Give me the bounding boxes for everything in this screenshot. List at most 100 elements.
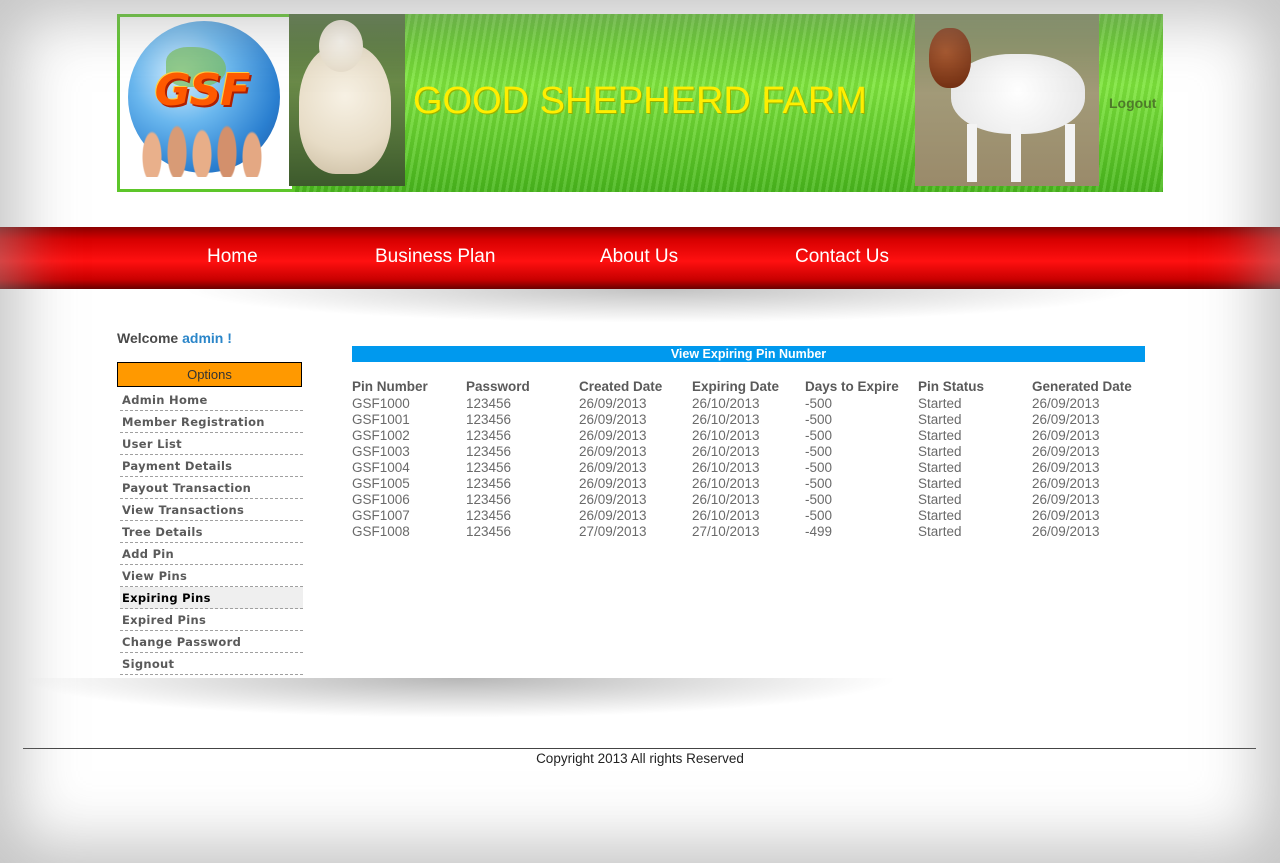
table-cell: Started — [918, 459, 962, 475]
table-cell: 123456 — [466, 491, 512, 507]
table-cell: 26/10/2013 — [692, 459, 760, 475]
table-row: GSF1004 123456 26/09/2013 26/10/2013 -50… — [352, 459, 1146, 475]
username: admin ! — [182, 330, 232, 346]
sidebar-item-view-transactions[interactable]: View Transactions — [120, 499, 303, 521]
expiring-pins-table: Pin Number Password Created Date Expirin… — [352, 378, 1146, 539]
table-cell: 26/09/2013 — [1032, 507, 1100, 523]
column-header: Password — [466, 379, 530, 394]
table-cell: 123456 — [466, 523, 512, 539]
table-cell: 123456 — [466, 475, 512, 491]
table-cell: -499 — [805, 523, 833, 539]
table-cell: GSF1000 — [352, 395, 410, 411]
table-cell: 26/09/2013 — [1032, 475, 1100, 491]
table-cell: Started — [918, 491, 962, 507]
table-cell: GSF1003 — [352, 443, 410, 459]
sidebar-item-add-pin[interactable]: Add Pin — [120, 543, 303, 565]
site-title: GOOD SHEPHERD FARM — [413, 80, 867, 122]
table-cell: Started — [918, 411, 962, 427]
goat-photo — [915, 14, 1099, 186]
sidebar-item-view-pins[interactable]: View Pins — [120, 565, 303, 587]
table-cell: 26/10/2013 — [692, 427, 760, 443]
sidebar-item-payout-transaction[interactable]: Payout Transaction — [120, 477, 303, 499]
table-cell: 26/09/2013 — [1032, 411, 1100, 427]
sidebar-item-member-registration[interactable]: Member Registration — [120, 411, 303, 433]
table-cell: Started — [918, 475, 962, 491]
table-cell: 26/09/2013 — [1032, 427, 1100, 443]
column-header: Days to Expire — [805, 379, 899, 394]
sidebar-item-signout[interactable]: Signout — [120, 653, 303, 675]
table-row: GSF1001 123456 26/09/2013 26/10/2013 -50… — [352, 411, 1146, 427]
nav-contact-us[interactable]: Contact Us — [795, 246, 889, 268]
sidebar-item-change-password[interactable]: Change Password — [120, 631, 303, 653]
table-cell: 123456 — [466, 427, 512, 443]
table-cell: -500 — [805, 395, 833, 411]
sidebar-item-tree-details[interactable]: Tree Details — [120, 521, 303, 543]
column-header: Pin Number — [352, 379, 428, 394]
copyright-text: Copyright 2013 All rights Reserved — [536, 751, 744, 766]
sidebar-item-expired-pins[interactable]: Expired Pins — [120, 609, 303, 631]
table-row: GSF1002 123456 26/09/2013 26/10/2013 -50… — [352, 427, 1146, 443]
table-cell: Started — [918, 523, 962, 539]
sheep-photo — [289, 14, 405, 186]
nav-about-us[interactable]: About Us — [600, 246, 678, 268]
options-header: Options — [117, 362, 302, 387]
site-logo[interactable]: GSF — [117, 14, 295, 192]
table-cell: 26/09/2013 — [1032, 443, 1100, 459]
nav-home[interactable]: Home — [207, 246, 258, 268]
table-cell: 123456 — [466, 459, 512, 475]
welcome-message: Welcome admin ! — [117, 330, 232, 346]
table-cell: 26/10/2013 — [692, 491, 760, 507]
table-cell: GSF1001 — [352, 411, 410, 427]
table-header-row: Pin Number Password Created Date Expirin… — [352, 378, 1146, 395]
table-row: GSF1008 123456 27/09/2013 27/10/2013 -49… — [352, 523, 1146, 539]
table-cell: 26/09/2013 — [1032, 459, 1100, 475]
table-cell: Started — [918, 395, 962, 411]
hands-image — [132, 117, 272, 177]
table-row: GSF1007 123456 26/09/2013 26/10/2013 -50… — [352, 507, 1146, 523]
table-cell: 26/10/2013 — [692, 411, 760, 427]
table-cell: 123456 — [466, 395, 512, 411]
table-cell: 26/09/2013 — [1032, 491, 1100, 507]
column-header: Created Date — [579, 379, 663, 394]
table-cell: 26/10/2013 — [692, 443, 760, 459]
welcome-prefix: Welcome — [117, 330, 179, 346]
table-cell: Started — [918, 427, 962, 443]
sidebar-item-user-list[interactable]: User List — [120, 433, 303, 455]
table-cell: 26/09/2013 — [579, 507, 647, 523]
table-row: GSF1005 123456 26/09/2013 26/10/2013 -50… — [352, 475, 1146, 491]
nav-business-plan[interactable]: Business Plan — [375, 246, 495, 268]
table-cell: GSF1002 — [352, 427, 410, 443]
table-cell: 27/10/2013 — [692, 523, 760, 539]
table-cell: -500 — [805, 507, 833, 523]
table-cell: 26/09/2013 — [579, 395, 647, 411]
table-cell: 26/10/2013 — [692, 395, 760, 411]
table-cell: 123456 — [466, 443, 512, 459]
table-cell: Started — [918, 507, 962, 523]
header-banner: GSF GOOD SHEPHERD FARM Logout — [117, 14, 1163, 192]
sidebar-menu: Admin Home Member Registration User List… — [120, 389, 303, 675]
table-cell: 26/10/2013 — [692, 475, 760, 491]
table-cell: 26/09/2013 — [579, 459, 647, 475]
table-row: GSF1006 123456 26/09/2013 26/10/2013 -50… — [352, 491, 1146, 507]
table-cell: GSF1007 — [352, 507, 410, 523]
sidebar-item-payment-details[interactable]: Payment Details — [120, 455, 303, 477]
sidebar-item-admin-home[interactable]: Admin Home — [120, 389, 303, 411]
logout-link[interactable]: Logout — [1109, 95, 1156, 111]
table-cell: -500 — [805, 427, 833, 443]
table-cell: 26/09/2013 — [579, 491, 647, 507]
table-cell: 123456 — [466, 507, 512, 523]
column-header: Generated Date — [1032, 379, 1132, 394]
column-header: Pin Status — [918, 379, 985, 394]
table-cell: 26/09/2013 — [579, 443, 647, 459]
sidebar-item-expiring-pins[interactable]: Expiring Pins — [120, 587, 303, 609]
table-cell: 26/10/2013 — [692, 507, 760, 523]
column-header: Expiring Date — [692, 379, 780, 394]
table-row: GSF1000 123456 26/09/2013 26/10/2013 -50… — [352, 395, 1146, 411]
table-cell: 123456 — [466, 411, 512, 427]
table-cell: -500 — [805, 475, 833, 491]
table-cell: 26/09/2013 — [1032, 395, 1100, 411]
table-row: GSF1003 123456 26/09/2013 26/10/2013 -50… — [352, 443, 1146, 459]
table-cell: -500 — [805, 443, 833, 459]
table-cell: GSF1006 — [352, 491, 410, 507]
table-cell: 26/09/2013 — [1032, 523, 1100, 539]
